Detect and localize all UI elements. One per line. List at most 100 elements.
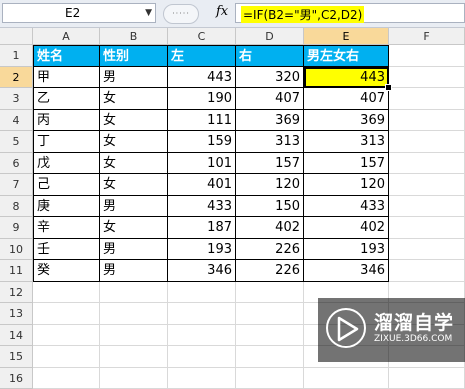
- table-cell[interactable]: 120: [304, 174, 389, 196]
- table-cell[interactable]: 313: [236, 131, 304, 153]
- cell[interactable]: [304, 368, 389, 389]
- table-cell[interactable]: 丙: [33, 110, 100, 132]
- chevron-down-icon[interactable]: ▼: [145, 8, 152, 18]
- insert-function-icon[interactable]: fx: [216, 4, 228, 19]
- table-cell[interactable]: 193: [304, 239, 389, 261]
- cell[interactable]: [389, 131, 465, 153]
- column-header-b[interactable]: B: [100, 28, 168, 45]
- table-cell[interactable]: 癸: [33, 260, 100, 282]
- table-cell[interactable]: 433: [168, 196, 236, 218]
- column-header-c[interactable]: C: [168, 28, 236, 45]
- column-header-e[interactable]: E: [304, 28, 389, 45]
- cell[interactable]: [168, 368, 236, 389]
- table-cell[interactable]: 女: [100, 153, 168, 175]
- cell[interactable]: [33, 282, 100, 304]
- cell[interactable]: [236, 303, 304, 325]
- cell[interactable]: [389, 196, 465, 218]
- active-cell[interactable]: 443: [304, 67, 389, 89]
- row-header[interactable]: 11: [0, 260, 33, 282]
- table-cell[interactable]: 443: [168, 67, 236, 89]
- table-header-cell[interactable]: 姓名: [33, 45, 100, 67]
- table-header-cell[interactable]: 左: [168, 45, 236, 67]
- cell[interactable]: [389, 153, 465, 175]
- cell[interactable]: [100, 368, 168, 389]
- cell[interactable]: [236, 282, 304, 304]
- cell[interactable]: [168, 303, 236, 325]
- table-cell[interactable]: 女: [100, 110, 168, 132]
- row-header[interactable]: 14: [0, 325, 33, 347]
- table-cell[interactable]: 男: [100, 196, 168, 218]
- formula-input[interactable]: =IF(B2="男",C2,D2): [235, 3, 465, 23]
- row-header[interactable]: 12: [0, 282, 33, 304]
- table-cell[interactable]: 女: [100, 217, 168, 239]
- row-header[interactable]: 16: [0, 368, 33, 389]
- table-cell[interactable]: 346: [168, 260, 236, 282]
- table-cell[interactable]: 157: [236, 153, 304, 175]
- table-cell[interactable]: 190: [168, 88, 236, 110]
- table-cell[interactable]: 女: [100, 88, 168, 110]
- cell[interactable]: [236, 346, 304, 368]
- table-cell[interactable]: 女: [100, 174, 168, 196]
- table-cell[interactable]: 226: [236, 260, 304, 282]
- table-cell[interactable]: 己: [33, 174, 100, 196]
- cell[interactable]: [389, 239, 465, 261]
- table-cell[interactable]: 120: [236, 174, 304, 196]
- table-header-cell[interactable]: 男左女右: [304, 45, 389, 67]
- cell[interactable]: [33, 303, 100, 325]
- column-header-a[interactable]: A: [33, 28, 100, 45]
- cell[interactable]: [389, 217, 465, 239]
- table-cell[interactable]: 150: [236, 196, 304, 218]
- table-header-cell[interactable]: 性别: [100, 45, 168, 67]
- cell[interactable]: [389, 67, 465, 89]
- table-cell[interactable]: 男: [100, 239, 168, 261]
- table-cell[interactable]: 226: [236, 239, 304, 261]
- table-cell[interactable]: 346: [304, 260, 389, 282]
- table-cell[interactable]: 313: [304, 131, 389, 153]
- row-header[interactable]: 1: [0, 45, 33, 67]
- table-cell[interactable]: 320: [236, 67, 304, 89]
- cell[interactable]: [389, 110, 465, 132]
- cell[interactable]: [100, 282, 168, 304]
- table-cell[interactable]: 402: [236, 217, 304, 239]
- cell[interactable]: [33, 325, 100, 347]
- row-header[interactable]: 13: [0, 303, 33, 325]
- table-cell[interactable]: 男: [100, 260, 168, 282]
- row-header[interactable]: 6: [0, 153, 33, 175]
- cell[interactable]: [100, 303, 168, 325]
- table-cell[interactable]: 戊: [33, 153, 100, 175]
- table-cell[interactable]: 女: [100, 131, 168, 153]
- table-cell[interactable]: 壬: [33, 239, 100, 261]
- cell[interactable]: [168, 282, 236, 304]
- table-cell[interactable]: 辛: [33, 217, 100, 239]
- name-box[interactable]: E2 ▼: [2, 3, 156, 23]
- cell[interactable]: [389, 174, 465, 196]
- table-cell[interactable]: 159: [168, 131, 236, 153]
- table-cell[interactable]: 193: [168, 239, 236, 261]
- table-header-cell[interactable]: 右: [236, 45, 304, 67]
- table-cell[interactable]: 402: [304, 217, 389, 239]
- table-cell[interactable]: 101: [168, 153, 236, 175]
- table-cell[interactable]: 乙: [33, 88, 100, 110]
- table-cell[interactable]: 407: [304, 88, 389, 110]
- cell[interactable]: [389, 88, 465, 110]
- cell[interactable]: [33, 368, 100, 389]
- row-header[interactable]: 10: [0, 239, 33, 261]
- table-cell[interactable]: 157: [304, 153, 389, 175]
- select-all-corner[interactable]: [0, 28, 33, 45]
- table-cell[interactable]: 111: [168, 110, 236, 132]
- cell[interactable]: [168, 346, 236, 368]
- cell[interactable]: [236, 368, 304, 389]
- table-cell[interactable]: 男: [100, 67, 168, 89]
- row-header[interactable]: 3: [0, 88, 33, 110]
- column-header-d[interactable]: D: [236, 28, 304, 45]
- row-header[interactable]: 4: [0, 110, 33, 132]
- row-header[interactable]: 8: [0, 196, 33, 218]
- table-cell[interactable]: 433: [304, 196, 389, 218]
- cell[interactable]: [389, 260, 465, 282]
- cell[interactable]: [100, 325, 168, 347]
- row-header[interactable]: 15: [0, 346, 33, 368]
- row-header[interactable]: 2: [0, 67, 33, 89]
- fill-handle[interactable]: [385, 84, 392, 91]
- cell[interactable]: [168, 325, 236, 347]
- column-header-f[interactable]: F: [389, 28, 465, 45]
